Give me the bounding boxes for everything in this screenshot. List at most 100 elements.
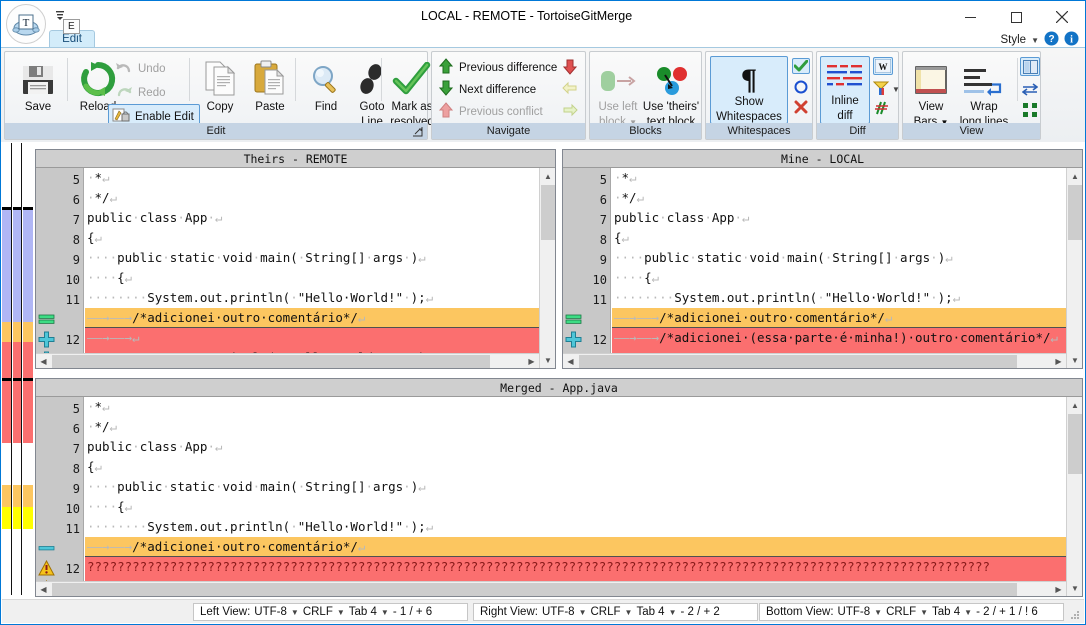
code-line[interactable]: ·*↵	[612, 168, 1082, 188]
word-diff-icon[interactable]: W	[873, 57, 893, 75]
code-line[interactable]: ····{↵	[85, 497, 1082, 517]
scroll-left-icon[interactable]: ◀	[36, 582, 51, 597]
code-line[interactable]: {↵	[85, 457, 1082, 477]
status-bottom-eol[interactable]: CRLF	[886, 606, 916, 618]
status-bottom-tab[interactable]: Tab 4	[932, 606, 960, 618]
pane-merged-lines[interactable]: ·*↵ ·*/↵ public·class·App·↵ {↵ ····public·st…	[85, 397, 1082, 596]
gutter-row[interactable]	[563, 310, 610, 330]
pane-merged-vscrollbar[interactable]: ▲ ▼	[1066, 397, 1082, 596]
code-line[interactable]: public·class·App·↵	[85, 437, 1082, 457]
gutter-row[interactable]: 11	[36, 290, 83, 310]
scroll-right-icon[interactable]: ▶	[1051, 354, 1066, 369]
chevron-down-icon[interactable]: ▼	[1031, 36, 1039, 45]
next-conflict-icon[interactable]	[562, 59, 578, 78]
gutter-row[interactable]: 6	[36, 419, 83, 439]
equal-icon[interactable]	[38, 311, 55, 328]
previous-conflict-button[interactable]: Previous conflict	[438, 102, 543, 121]
code-line[interactable]: ····public·static·void·main(·String[]·ar…	[85, 477, 1082, 497]
scroll-left-icon[interactable]: ◀	[563, 354, 578, 369]
pane-merged-hscrollbar[interactable]: ◀ ▶	[36, 581, 1066, 596]
wrap-long-lines-button[interactable]: Wrap long lines	[953, 58, 1015, 128]
code-line[interactable]: ????????????????????????????????????????…	[85, 557, 1082, 577]
overview-bar-left[interactable]	[2, 143, 12, 597]
gutter-row[interactable]: 5	[36, 399, 83, 419]
code-line[interactable]: ·*↵	[85, 397, 1082, 417]
status-left-eol[interactable]: CRLF	[303, 606, 333, 618]
gutter-row[interactable]: 9	[563, 250, 610, 270]
scroll-thumb[interactable]	[541, 185, 555, 240]
blue-circle-icon[interactable]	[794, 80, 808, 97]
scroll-down-icon[interactable]: ▼	[540, 352, 556, 368]
collapse-icon[interactable]	[1022, 102, 1038, 121]
code-line[interactable]: ········System.out.println(·"Hello·World…	[612, 288, 1082, 308]
save-button[interactable]: Save	[11, 58, 65, 113]
paste-button[interactable]: Paste	[243, 58, 297, 113]
highlighter-icon[interactable]	[872, 80, 891, 99]
pane-theirs-lines[interactable]: ·*↵ ·*/↵ public·class·App·↵ {↵ ····public·st…	[85, 168, 555, 368]
code-line[interactable]: ····{↵	[612, 268, 1082, 288]
code-line[interactable]: ····{↵	[85, 268, 555, 288]
chevron-down-icon[interactable]: ▼	[669, 608, 677, 617]
undo-button[interactable]: Undo	[115, 59, 166, 78]
chevron-down-icon[interactable]: ▼	[291, 608, 299, 617]
swap-views-icon[interactable]	[1021, 82, 1039, 99]
code-line[interactable]: public·class·App·↵	[85, 208, 555, 228]
scroll-up-icon[interactable]: ▲	[1067, 168, 1083, 184]
status-left-tab[interactable]: Tab 4	[349, 606, 377, 618]
chevron-down-icon[interactable]: ▼	[579, 608, 587, 617]
gutter-row[interactable]: 8	[36, 459, 83, 479]
pane-merged-code[interactable]: 56789101112131415 ·*↵·*/↵public·class·Ap…	[36, 397, 1082, 596]
pane-merged-gutter[interactable]: 56789101112131415	[36, 397, 84, 596]
view-bars-button[interactable]: View Bars ▼	[907, 58, 955, 129]
dialog-launcher-icon[interactable]	[411, 124, 425, 139]
gutter-row[interactable]: 10	[36, 270, 83, 290]
code-line[interactable]: ·*/↵	[612, 188, 1082, 208]
gutter-row[interactable]: 12	[36, 559, 83, 579]
pane-theirs-gutter[interactable]: 56789101112131415	[36, 168, 84, 368]
gutter-row[interactable]: 6	[36, 190, 83, 210]
gutter-row[interactable]	[36, 539, 83, 559]
status-right-encoding[interactable]: UTF-8	[542, 606, 575, 618]
style-label[interactable]: Style	[1001, 34, 1027, 46]
chevron-down-icon[interactable]: ▼	[337, 608, 345, 617]
scroll-thumb[interactable]	[1068, 414, 1082, 474]
scroll-thumb[interactable]	[52, 355, 490, 368]
gutter-row[interactable]: 10	[563, 270, 610, 290]
code-line[interactable]: ····public·static·void·main(·String[]·ar…	[85, 248, 555, 268]
code-line[interactable]: ·*/↵	[85, 188, 555, 208]
gutter-row[interactable]: 12	[36, 330, 83, 350]
code-line[interactable]: ·*↵	[85, 168, 555, 188]
scroll-thumb[interactable]	[52, 583, 1017, 596]
gutter-row[interactable]: 7	[36, 210, 83, 230]
code-line[interactable]: ——→——→/*adicionei·outro·comentário*/↵	[612, 308, 1082, 328]
status-right-tab[interactable]: Tab 4	[636, 606, 664, 618]
resize-grip-icon[interactable]	[1068, 608, 1081, 621]
pane-mine-hscrollbar[interactable]: ◀ ▶	[563, 353, 1066, 368]
scroll-down-icon[interactable]: ▼	[1067, 580, 1083, 596]
close-icon[interactable]	[1039, 1, 1085, 33]
code-line[interactable]: ——→——→/*adicionei·outro·comentário*/↵	[85, 537, 1082, 557]
pane-mine-lines[interactable]: ·*↵ ·*/↵ public·class·App·↵ {↵ ····public·st…	[612, 168, 1082, 368]
use-left-block-button[interactable]: Use left block ▼	[592, 58, 644, 129]
red-x-icon[interactable]	[794, 100, 808, 117]
pane-theirs-code[interactable]: 56789101112131415 ·*↵·*/↵public·class·Ap…	[36, 168, 555, 368]
pane-mine-vscrollbar[interactable]: ▲ ▼	[1066, 168, 1082, 368]
show-whitespaces-button[interactable]: ¶ Show Whitespaces	[710, 56, 788, 124]
chevron-down-icon[interactable]: ▼	[964, 608, 972, 617]
gutter-row[interactable]: 7	[563, 210, 610, 230]
one-pane-view-icon[interactable]	[1020, 57, 1040, 76]
minimize-icon[interactable]	[947, 1, 993, 33]
overview-bar-right[interactable]	[13, 143, 22, 597]
pane-theirs-vscrollbar[interactable]: ▲ ▼	[539, 168, 555, 368]
pane-theirs-hscrollbar[interactable]: ◀ ▶	[36, 353, 539, 368]
previous-difference-button[interactable]: Previous difference	[438, 58, 557, 77]
scroll-thumb[interactable]	[579, 355, 1017, 368]
scroll-thumb[interactable]	[1068, 185, 1082, 240]
code-line[interactable]: {↵	[612, 228, 1082, 248]
gutter-row[interactable]: 8	[36, 230, 83, 250]
gutter-row[interactable]: 9	[36, 250, 83, 270]
gutter-row[interactable]: 5	[36, 170, 83, 190]
gutter-row[interactable]: 11	[563, 290, 610, 310]
chevron-down-icon[interactable]: ▼	[920, 608, 928, 617]
code-line[interactable]: ——→——→/*adicionei·outro·comentário*/↵	[85, 308, 555, 328]
